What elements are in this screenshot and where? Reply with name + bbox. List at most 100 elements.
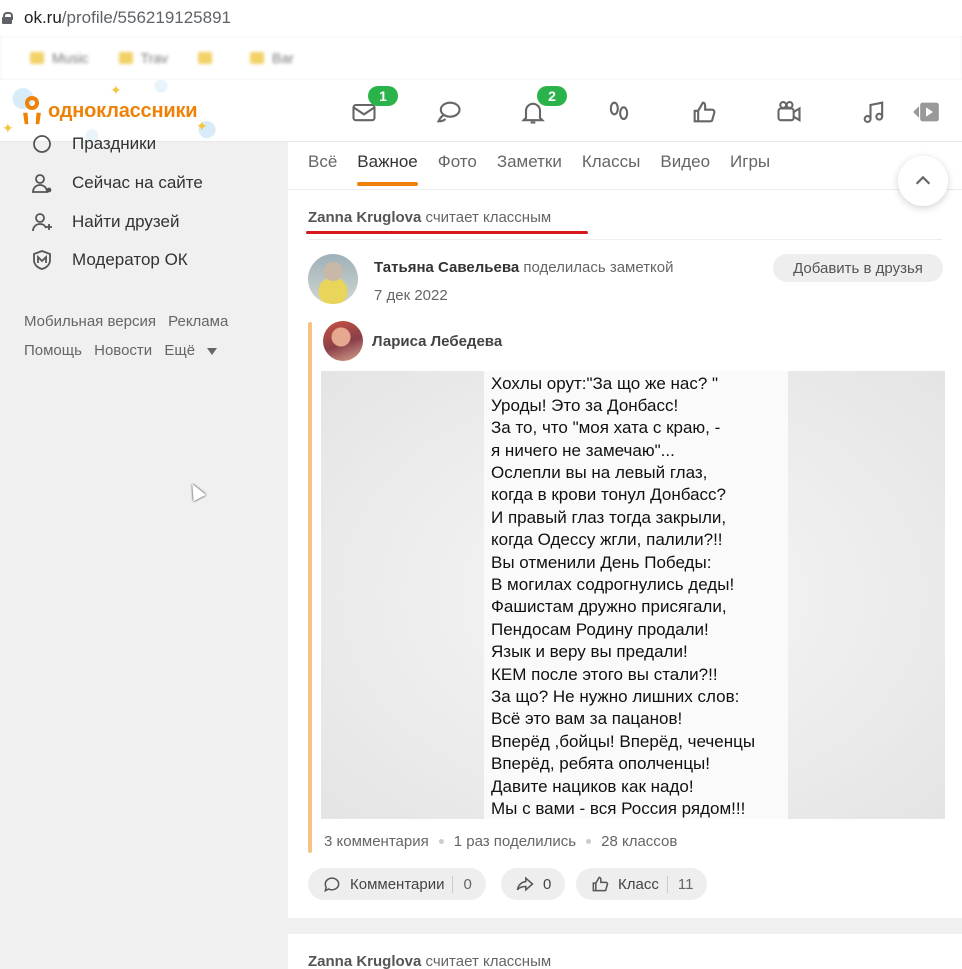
tab-all[interactable]: Всё — [308, 152, 337, 186]
tab-notes[interactable]: Заметки — [497, 152, 562, 186]
poem-line: За то, что "моя хата с краю, - — [491, 418, 721, 437]
poem-line: Вы отменили День Победы: — [491, 553, 712, 572]
tabs-divider — [288, 189, 962, 190]
poem-line: Вперёд ,бойцы! Вперёд, чеченцы — [491, 732, 756, 751]
chevron-up-icon — [915, 175, 931, 185]
link-mobile-version[interactable]: Мобильная версия — [24, 313, 156, 330]
poem-line: Фашистам дружно присягали, — [491, 597, 727, 616]
repost-quote-bar — [308, 322, 312, 853]
comment-icon — [324, 877, 340, 893]
add-friend-icon — [32, 213, 52, 232]
red-underline-annotation — [306, 231, 588, 234]
sidebar-item-moderator[interactable]: Модератор ОК — [30, 248, 188, 272]
guests-icon[interactable] — [603, 96, 635, 128]
tab-video[interactable]: Видео — [660, 152, 710, 186]
poem-line: И правый глаз тогда закрыли, — [491, 508, 727, 527]
url-text[interactable]: ok.ru/profile/556219125891 — [24, 8, 231, 28]
star-icon: ✦ — [196, 118, 208, 134]
next-liked-by-line: Zanna Kruglova считает классным — [308, 953, 552, 969]
messages-icon[interactable]: 1 — [348, 86, 398, 128]
repost-author-name[interactable]: Лариса Лебедева — [372, 333, 502, 350]
bookmark-item[interactable]: Bar — [250, 50, 294, 66]
post-stats: 3 комментария 1 раз поделились 28 классо… — [324, 833, 677, 850]
tab-classes[interactable]: Классы — [582, 152, 641, 186]
shield-icon — [33, 250, 51, 270]
share-button[interactable]: 0 — [501, 868, 566, 900]
dot-separator — [438, 839, 444, 844]
browser-address-bar[interactable]: ok.ru/profile/556219125891 — [0, 0, 962, 36]
messages-badge: 1 — [368, 86, 398, 106]
gift-icon — [33, 135, 51, 153]
avatar[interactable] — [308, 254, 358, 304]
sidebar-item-online[interactable]: Сейчас на сайте — [30, 171, 203, 195]
poem-line: За що? Не нужно лишних слов: — [491, 687, 740, 706]
tab-important[interactable]: Важное — [357, 152, 419, 186]
folder-icon — [250, 52, 265, 64]
poem-line: Уроды! Это за Донбасс! — [491, 396, 679, 415]
folder-icon — [30, 52, 44, 64]
feed-tabs: Всё Важное Фото Заметки Классы Видео Игр… — [308, 152, 770, 186]
post-image[interactable]: Хохлы орут:"За що же нас? " Уроды! Это з… — [321, 371, 945, 819]
music-icon[interactable] — [858, 96, 890, 128]
bookmark-item[interactable]: Music — [30, 50, 89, 66]
avatar[interactable] — [323, 321, 363, 361]
comments-button[interactable]: Комментарии 0 — [308, 868, 486, 900]
poem-image-text: Хохлы орут:"За що же нас? " Уроды! Это з… — [484, 371, 788, 819]
scroll-up-button[interactable] — [898, 156, 948, 206]
post-author-name[interactable]: Татьяна Савельева — [374, 259, 519, 276]
divider — [308, 239, 942, 240]
ok-logo[interactable]: одноклассники — [22, 96, 198, 126]
poem-line: Хохлы орут:"За що же нас? " — [491, 374, 719, 393]
lock-icon — [2, 12, 13, 24]
video-icon[interactable] — [773, 96, 805, 128]
liked-by-line: Zanna Kruglova считает классным — [308, 209, 552, 226]
folder-icon — [198, 52, 213, 64]
bookmarks-bar: Music Trav Bar — [0, 36, 962, 80]
sidebar-item-find-friends[interactable]: Найти друзей — [30, 210, 179, 234]
tab-photo[interactable]: Фото — [438, 152, 477, 186]
likes-icon[interactable] — [688, 96, 720, 128]
notifications-badge: 2 — [537, 86, 567, 106]
poem-line: Язык и веру вы предали! — [491, 642, 688, 661]
discussions-icon[interactable] — [433, 96, 465, 128]
poem-line: Давите нациков как надо! — [491, 777, 694, 796]
poem-line: Вперёд, ребята ополченцы! — [491, 754, 710, 773]
poem-line: В могилах содрогнулись деды! — [491, 575, 735, 594]
poem-line: когда в крови тонул Донбасс? — [491, 485, 726, 504]
add-friend-button[interactable]: Добавить в друзья — [773, 254, 943, 282]
mouse-cursor — [186, 480, 206, 502]
poem-line: я ничего не замечаю"... — [491, 441, 675, 460]
play-icon[interactable] — [908, 96, 944, 128]
link-help[interactable]: Помощь — [24, 342, 82, 359]
like-icon — [592, 876, 609, 892]
folder-icon — [118, 52, 133, 64]
poem-line: КЕМ после этого вы стали?!! — [491, 665, 718, 684]
notifications-icon[interactable]: 2 — [517, 86, 567, 128]
poem-line: когда Одессу жгли, палили?!! — [491, 530, 723, 549]
post-date[interactable]: 7 дек 2022 — [374, 287, 448, 304]
poem-line: Всё это вам за пацанов! — [491, 709, 683, 728]
bookmark-item[interactable] — [198, 52, 220, 64]
caret-down-icon — [207, 347, 218, 355]
poem-line: Пендосам Родину продали! — [491, 620, 709, 639]
link-more[interactable]: Ещё — [164, 342, 225, 359]
liked-by-name[interactable]: Zanna Kruglova — [308, 209, 421, 226]
poem-line: Мы с вами - вся Россия рядом!!! — [491, 799, 746, 818]
liked-by-name[interactable]: Zanna Kruglova — [308, 953, 421, 969]
bookmark-item[interactable]: Trav — [118, 50, 168, 66]
footer-links-row2: Помощь Новости Ещё — [24, 342, 233, 359]
post-author-line: Татьяна Савельева поделилась заметкой — [374, 259, 674, 276]
user-online-icon — [32, 174, 52, 193]
ok-logo-icon — [22, 96, 42, 126]
poem-line: Ослепли вы на левый глаз, — [491, 463, 708, 482]
share-icon — [516, 876, 534, 892]
shares-count-link[interactable]: 1 раз поделились — [454, 833, 576, 850]
link-ads[interactable]: Реклама — [168, 313, 228, 330]
class-button[interactable]: Класс 11 — [576, 868, 708, 900]
link-news[interactable]: Новости — [94, 342, 152, 359]
sidebar-item-holidays[interactable]: Праздники — [30, 132, 156, 156]
classes-count-link[interactable]: 28 классов — [601, 833, 677, 850]
tab-games[interactable]: Игры — [730, 152, 770, 186]
comments-count-link[interactable]: 3 комментария — [324, 833, 429, 850]
footer-links-row1: Мобильная версия Реклама — [24, 313, 236, 330]
